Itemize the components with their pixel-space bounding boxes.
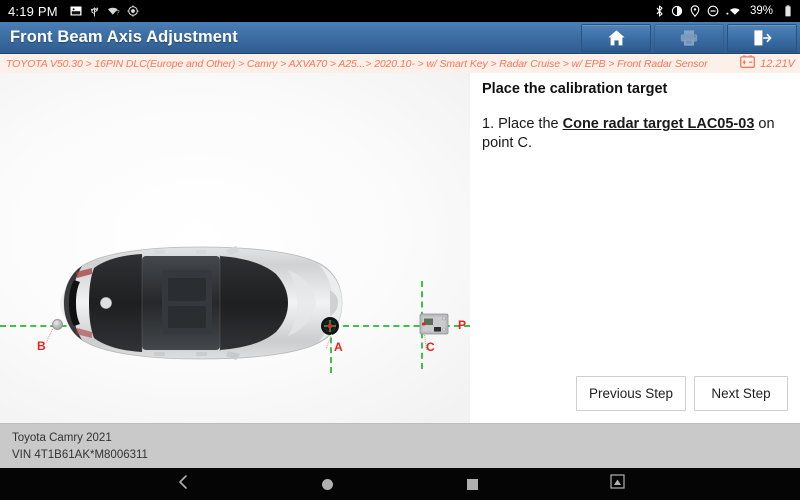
previous-step-button[interactable]: Previous Step (575, 376, 686, 411)
footer-vehicle-label: Toyota Camry 2021 (12, 432, 112, 444)
android-nav-bar (0, 468, 800, 500)
battery-icon (784, 5, 792, 17)
calibration-diagram: B A C P (0, 73, 470, 423)
home-icon (322, 478, 333, 490)
point-b-label: B (37, 339, 46, 353)
status-bar-clock: 4:19 PM (8, 3, 58, 19)
brightness-icon (127, 5, 139, 17)
instruction-heading: Place the calibration target (482, 81, 668, 97)
vehicle-top-view (50, 228, 350, 378)
back-icon (177, 474, 189, 495)
instruction-target-name: Cone radar target LAC05-03 (562, 116, 755, 132)
wifi-icon (726, 5, 741, 17)
printer-icon (679, 29, 699, 47)
point-c-label: C (426, 340, 435, 354)
breadcrumb: TOYOTA V50.30 > 16PIN DLC(Europe and Oth… (0, 54, 800, 73)
status-bar-notification-icons: ? (70, 5, 139, 17)
breadcrumb-voltage-group: 12.21V (740, 54, 795, 73)
wifi-question-icon: ? (107, 5, 120, 17)
main-content: B A C P Place the calibration target 1. … (0, 73, 800, 423)
brightness-half-icon (671, 5, 683, 17)
nav-screenshot-button[interactable] (596, 468, 640, 500)
screenshot-icon (610, 474, 625, 494)
car-illustration (60, 246, 343, 360)
print-button[interactable] (654, 23, 724, 52)
instruction-step-text: 1. Place the Cone radar target LAC05-03 … (482, 115, 788, 152)
recents-icon (467, 478, 478, 490)
vehicle-info-footer: Toyota Camry 2021 VIN 4T1B61AK*M8006311 (0, 423, 800, 468)
nav-recents-button[interactable] (451, 468, 495, 500)
cone-radar-target-icon (419, 313, 449, 335)
bluetooth-icon (655, 5, 664, 17)
battery-percent-label: 39% (749, 5, 773, 17)
exit-icon (752, 29, 772, 47)
point-b-marker (52, 319, 63, 330)
point-p-label: P (458, 318, 467, 332)
home-button[interactable] (581, 23, 651, 52)
home-icon (607, 29, 626, 47)
instruction-step-prefix: 1. Place the (482, 116, 563, 132)
screenshot-icon (70, 5, 82, 17)
usb-icon (89, 5, 100, 17)
svg-text:?: ? (116, 11, 120, 17)
do-not-disturb-icon (707, 5, 719, 17)
point-a-label: A (334, 340, 343, 354)
point-c-radar-target (419, 313, 449, 335)
nav-back-button[interactable] (161, 468, 205, 500)
app-title-bar: Front Beam Axis Adjustment (0, 22, 800, 54)
instruction-panel: Place the calibration target 1. Place th… (470, 73, 800, 423)
battery-voltage-label: 12.21V (760, 57, 795, 70)
status-bar-system-icons: 39% (655, 5, 792, 17)
car-battery-icon (740, 54, 756, 73)
location-icon (690, 5, 700, 17)
app-root: 4:19 PM ? 39% Front Beam Axis Adjustment… (0, 0, 800, 500)
page-title: Front Beam Axis Adjustment (10, 28, 238, 46)
breadcrumb-path: TOYOTA V50.30 > 16PIN DLC(Europe and Oth… (6, 57, 708, 70)
android-status-bar: 4:19 PM ? 39% (0, 0, 800, 22)
nav-home-button[interactable] (306, 468, 350, 500)
footer-vin-label: VIN 4T1B61AK*M8006311 (12, 448, 148, 461)
exit-button[interactable] (727, 23, 797, 52)
next-step-button[interactable]: Next Step (694, 376, 788, 411)
title-bar-actions (581, 22, 800, 54)
step-navigation: Previous Step Next Step (470, 376, 800, 411)
